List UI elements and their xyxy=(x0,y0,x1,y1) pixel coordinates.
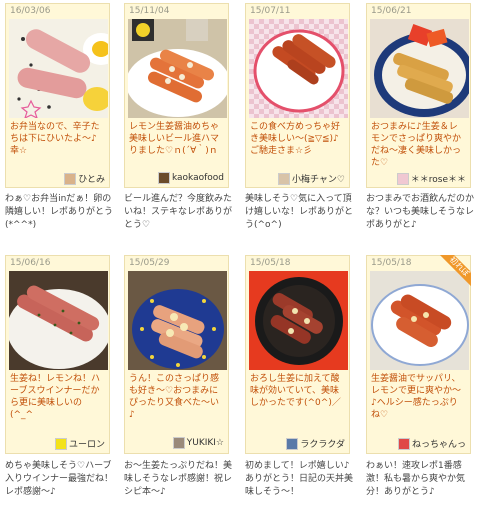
report-caption: レモン生姜醤油めちゃ美味しいビール進ハマりました♡ｎ(´∀｀)ｎ xyxy=(129,122,220,156)
author-name: ひとみ xyxy=(78,175,105,185)
report-card[interactable]: 15/05/29 うん！このさっぱり感も好き～♡おつまみにぴったり又食べた～い♪… xyxy=(124,255,229,454)
report-caption: うん！このさっぱり感も好き～♡おつまみにぴったり又食べた～い♪ xyxy=(129,374,220,420)
report-date: 15/07/11 xyxy=(250,6,291,16)
report-caption: 生姜ね！レモンね！ハーブスウインナーだから更に美味しいの(^_^ xyxy=(10,374,101,420)
avatar xyxy=(172,437,185,449)
bento-sausage-egg-photo[interactable] xyxy=(9,19,108,118)
report-author[interactable]: ねっちゃんっ xyxy=(397,437,466,450)
author-name: ＊＊rose＊＊ xyxy=(410,175,466,185)
report-reply: めちゃ美味しそう♡ハーブ入りウインナー最強だね！レポ感謝～♪ xyxy=(5,461,114,497)
report-reply: 初めまして！レポ嬉しい♪ありがとう！日記の天丼美味しそう～！ xyxy=(245,461,354,497)
sausage-lemon-plate-photo[interactable] xyxy=(128,19,227,118)
report-card[interactable]: 15/06/21 おつまみに♪生姜＆レモンでさっぱり爽やかだね～凄く美味しかった… xyxy=(366,3,471,188)
report-date: 15/06/16 xyxy=(10,258,51,268)
report-date: 15/06/21 xyxy=(371,6,412,16)
report-reply: おつまみでお酒飲んだのかな？いつも美味しそうなレポありがと♪ xyxy=(366,194,475,230)
author-name: 小梅チャン♡ xyxy=(292,175,345,185)
report-caption: お弁当なので、辛子たちは下にひいたよ～♪幸☆ xyxy=(10,122,100,156)
report-reply: お～生姜たっぷりだね！美味しそうなレポ感謝！祝レシピ本～♪ xyxy=(124,461,233,497)
first-report-badge: 初れぽ xyxy=(437,255,471,289)
author-name: ラクラクダ xyxy=(300,440,345,450)
avatar xyxy=(157,172,170,184)
report-card[interactable]: 15/05/18 おろし生姜に加えて酸味が効いていて、美味しかったです(^0^)… xyxy=(245,255,350,454)
report-card[interactable]: 15/06/16 生姜ね！レモンね！ハーブスウインナーだから更に美味しいの(^_… xyxy=(5,255,110,454)
avatar xyxy=(54,437,67,450)
report-author[interactable]: kaokaofood xyxy=(157,172,224,184)
avatar xyxy=(64,172,77,185)
report-author[interactable]: ＊＊rose＊＊ xyxy=(396,172,466,185)
herb-sausage-plate-photo[interactable] xyxy=(9,271,108,370)
report-caption: 生姜醤油でサッパリ、レモンで更に爽やか～♪ヘルシー感たっぷりね♡ xyxy=(371,374,462,420)
sausages-black-plate-photo[interactable] xyxy=(249,271,348,370)
report-reply: わぁい！速攻レポ1番感激！私も暑から爽やか気分！ありがとう♪ xyxy=(366,461,466,497)
avatar xyxy=(278,172,291,185)
report-reply: 美味しそう♡気に入って頂け嬉しいな！レポありがとう(^o^) xyxy=(245,194,354,230)
report-author[interactable]: ユーロン xyxy=(54,437,105,450)
report-date: 16/03/06 xyxy=(10,6,51,16)
report-date: 15/05/18 xyxy=(250,258,291,268)
author-name: ユーロン xyxy=(68,440,105,450)
avatar xyxy=(397,437,410,450)
author-name: YUKIKI☆ xyxy=(186,438,224,448)
avatar xyxy=(396,172,409,185)
report-author[interactable]: 小梅チャン♡ xyxy=(278,172,345,185)
report-caption: おろし生姜に加えて酸味が効いていて、美味しかったです(^0^)／ xyxy=(250,374,341,408)
sausages-blue-plate-photo[interactable] xyxy=(128,271,227,370)
report-date: 15/05/29 xyxy=(129,258,170,268)
sausages-red-plate-photo[interactable] xyxy=(249,19,348,118)
report-reply: わぁ♡お弁当inだぁ！卵の隣嬉しい！レポありがとう(*^^*) xyxy=(5,194,114,230)
report-reply: ビール進んだ？今度飲みたいね！ステキなレポありがとう♡ xyxy=(124,194,233,230)
report-card[interactable]: 16/03/06 お弁当なので、辛子たちは下にひいたよ～♪幸☆ ひとみ xyxy=(5,3,110,188)
report-author[interactable]: YUKIKI☆ xyxy=(172,437,224,449)
report-caption: この食べ方めっちゃ好き美味しい～(≧▽≦)♪ご馳走さま☆彡 xyxy=(250,122,341,156)
report-caption: おつまみに♪生姜＆レモンでさっぱり爽やかだね～凄く美味しかった♡ xyxy=(371,122,462,168)
report-card[interactable]: 15/11/04 レモン生姜醤油めちゃ美味しいビール進ハマりました♡ｎ(´∀｀)… xyxy=(124,3,229,188)
author-name: kaokaofood xyxy=(171,173,224,183)
tsukurepo-grid: 16/03/06 お弁当なので、辛子たちは下にひいたよ～♪幸☆ ひとみ 15/1… xyxy=(0,0,480,505)
avatar xyxy=(286,437,299,450)
report-author[interactable]: ひとみ xyxy=(64,172,105,185)
report-card[interactable]: 15/07/11 この食べ方めっちゃ好き美味しい～(≧▽≦)♪ご馳走さま☆彡 小… xyxy=(245,3,350,188)
author-name: ねっちゃんっ xyxy=(411,440,466,450)
report-card[interactable]: 初れぽ 15/05/18 生姜醤油でサッパリ、レモンで更に爽やか～♪ヘルシー感た… xyxy=(366,255,471,454)
report-author[interactable]: ラクラクダ xyxy=(286,437,345,450)
fried-snack-bowl-photo[interactable] xyxy=(370,19,469,118)
report-date: 15/11/04 xyxy=(129,6,170,16)
